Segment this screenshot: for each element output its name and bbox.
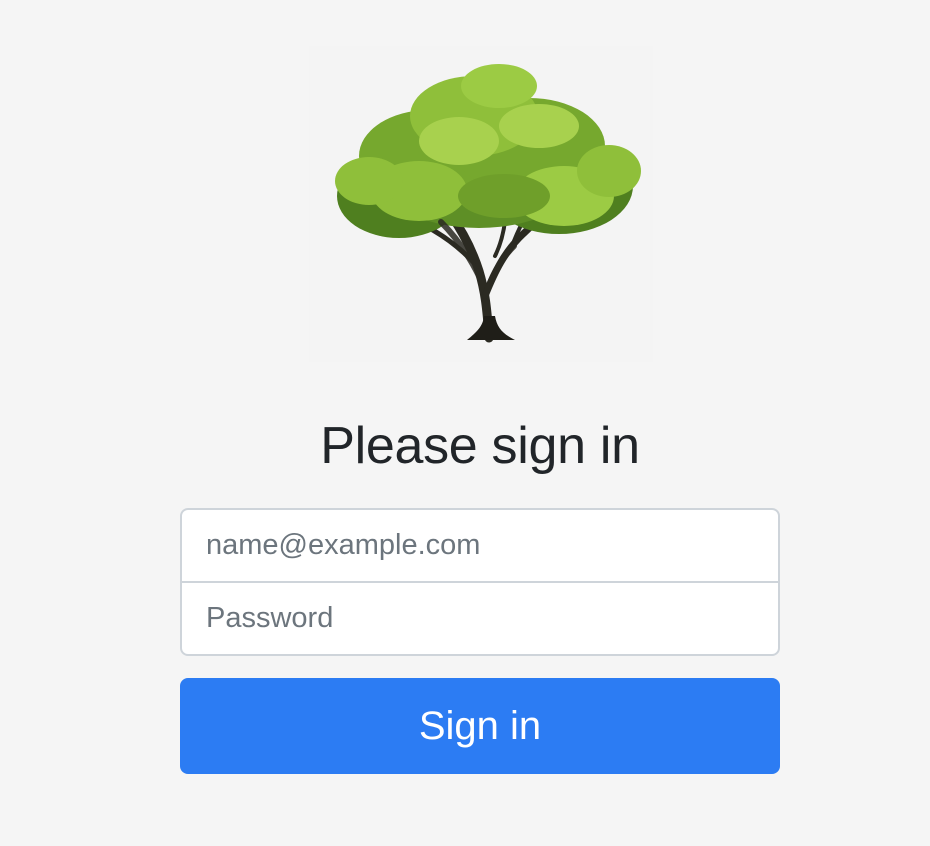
sign-in-page: Please sign in Sign in bbox=[0, 0, 930, 846]
page-title: Please sign in bbox=[320, 417, 640, 475]
password-field[interactable] bbox=[180, 581, 780, 656]
tree-icon bbox=[335, 64, 641, 343]
sign-in-button[interactable]: Sign in bbox=[180, 678, 780, 774]
email-field[interactable] bbox=[180, 508, 780, 583]
tree-logo bbox=[309, 46, 653, 362]
sign-in-form bbox=[180, 508, 780, 658]
